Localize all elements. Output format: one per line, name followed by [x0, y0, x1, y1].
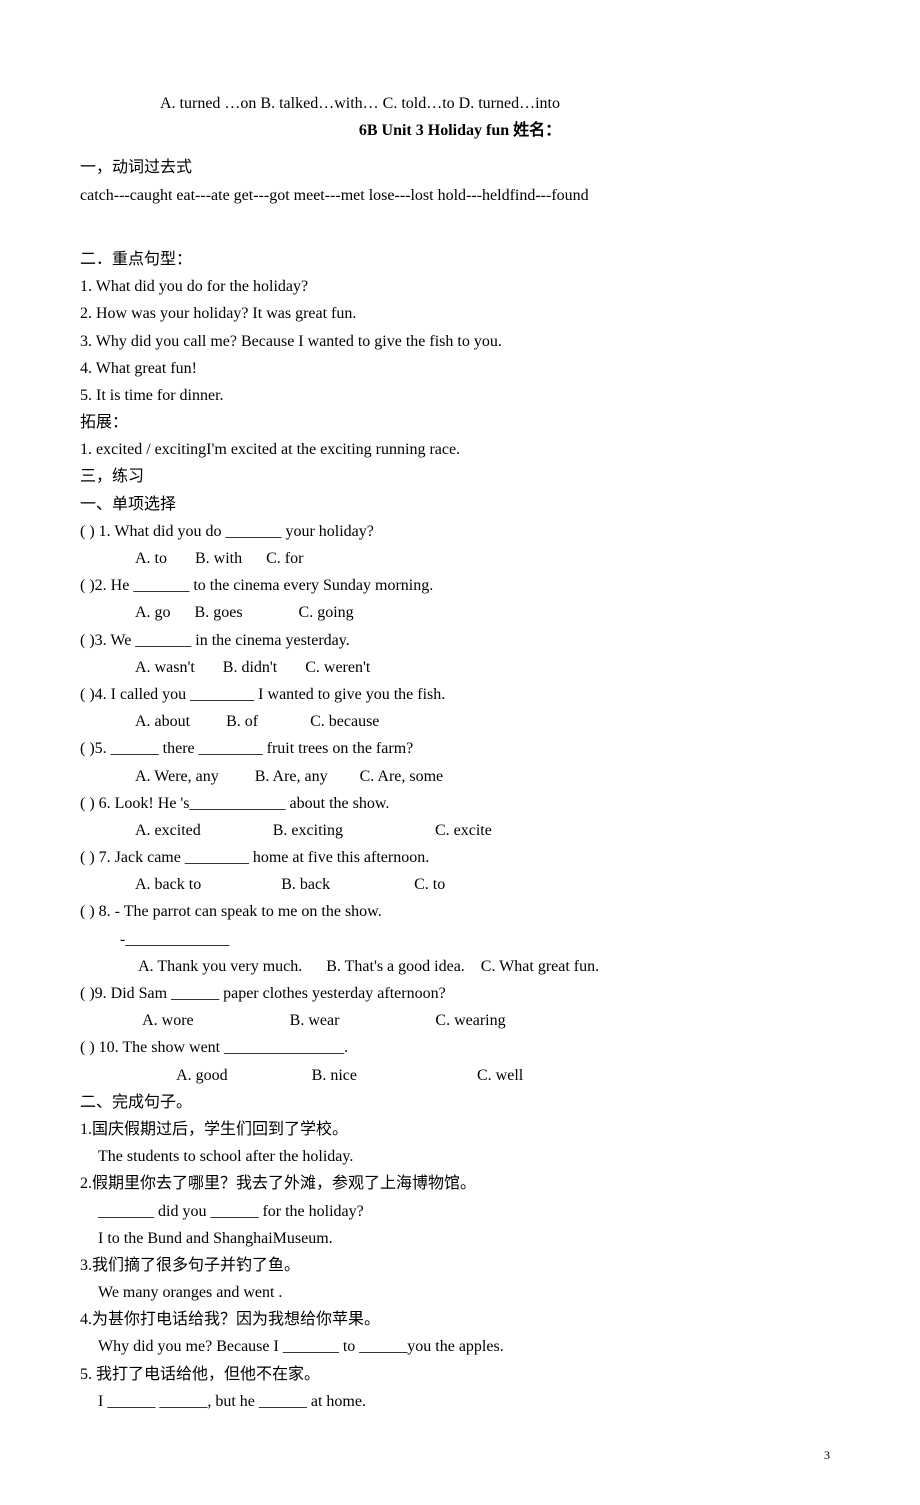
mc6-q: ( ) 6. Look! He 's____________ about the… — [80, 790, 840, 817]
mc5-opts: A. Were, any B. Are, any C. Are, some — [80, 763, 840, 790]
comp5-en: I ______ ______, but he ______ at home. — [80, 1388, 840, 1415]
sec2-line2: 2. How was your holiday? It was great fu… — [80, 300, 840, 327]
section2-label: 二．重点句型： — [80, 246, 840, 273]
mc9-q: ( )9. Did Sam ______ paper clothes yeste… — [80, 980, 840, 1007]
comp4-zh: 4.为甚你打电话给我？因为我想给你苹果。 — [80, 1306, 840, 1333]
comp5-zh: 5. 我打了电话给他，但他不在家。 — [80, 1361, 840, 1388]
mc3-opts: A. wasn't B. didn't C. weren't — [80, 654, 840, 681]
top-options: A. turned …on B. talked…with… C. told…to… — [80, 90, 840, 117]
sec2-line3: 3. Why did you call me? Because I wanted… — [80, 328, 840, 355]
comp2-en1: _______ did you ______ for the holiday? — [80, 1198, 840, 1225]
section3a-label: 一、单项选择 — [80, 491, 840, 518]
extend-line: 1. excited / excitingI'm excited at the … — [80, 436, 840, 463]
mc4-opts: A. about B. of C. because — [80, 708, 840, 735]
comp4-en: Why did you me? Because I _______ to ___… — [80, 1333, 840, 1360]
mc1-opts: A. to B. with C. for — [80, 545, 840, 572]
mc2-opts: A. go B. goes C. going — [80, 599, 840, 626]
comp1-zh: 1.国庆假期过后，学生们回到了学校。 — [80, 1116, 840, 1143]
page-title: 6B Unit 3 Holiday fun 姓名： — [80, 117, 840, 144]
extend-label: 拓展： — [80, 409, 840, 436]
comp1-en: The students to school after the holiday… — [80, 1143, 840, 1170]
mc10-opts: A. good B. nice C. well — [80, 1062, 840, 1089]
mc1-q: ( ) 1. What did you do _______ your holi… — [80, 518, 840, 545]
section3-label: 三，练习 — [80, 463, 840, 490]
mc4-q: ( )4. I called you ________ I wanted to … — [80, 681, 840, 708]
mc5-q: ( )5. ______ there ________ fruit trees … — [80, 735, 840, 762]
sec2-line5: 5. It is time for dinner. — [80, 382, 840, 409]
mc8-q: ( ) 8. - The parrot can speak to me on t… — [80, 898, 840, 925]
mc9-opts: A. wore B. wear C. wearing — [80, 1007, 840, 1034]
mc6-opts: A. excited B. exciting C. excite — [80, 817, 840, 844]
mc7-q: ( ) 7. Jack came ________ home at five t… — [80, 844, 840, 871]
mc8-dash: -_____________ — [80, 926, 840, 953]
section3b-label: 二、完成句子。 — [80, 1089, 840, 1116]
section1-line: catch---caught eat---ate get---got meet-… — [80, 182, 840, 209]
sec2-line4: 4. What great fun! — [80, 355, 840, 382]
sec2-line1: 1. What did you do for the holiday? — [80, 273, 840, 300]
mc3-q: ( )3. We _______ in the cinema yesterday… — [80, 627, 840, 654]
mc10-q: ( ) 10. The show went _______________. — [80, 1034, 840, 1061]
mc2-q: ( )2. He _______ to the cinema every Sun… — [80, 572, 840, 599]
comp2-zh: 2.假期里你去了哪里？我去了外滩，参观了上海博物馆。 — [80, 1170, 840, 1197]
comp2-en2: I to the Bund and ShanghaiMuseum. — [80, 1225, 840, 1252]
mc8-opts: A. Thank you very much. B. That's a good… — [80, 953, 840, 980]
page-number: 3 — [80, 1445, 840, 1465]
comp3-zh: 3.我们摘了很多句子并钓了鱼。 — [80, 1252, 840, 1279]
mc7-opts: A. back to B. back C. to — [80, 871, 840, 898]
comp3-en: We many oranges and went . — [80, 1279, 840, 1306]
section1-label: 一，动词过去式 — [80, 154, 840, 181]
